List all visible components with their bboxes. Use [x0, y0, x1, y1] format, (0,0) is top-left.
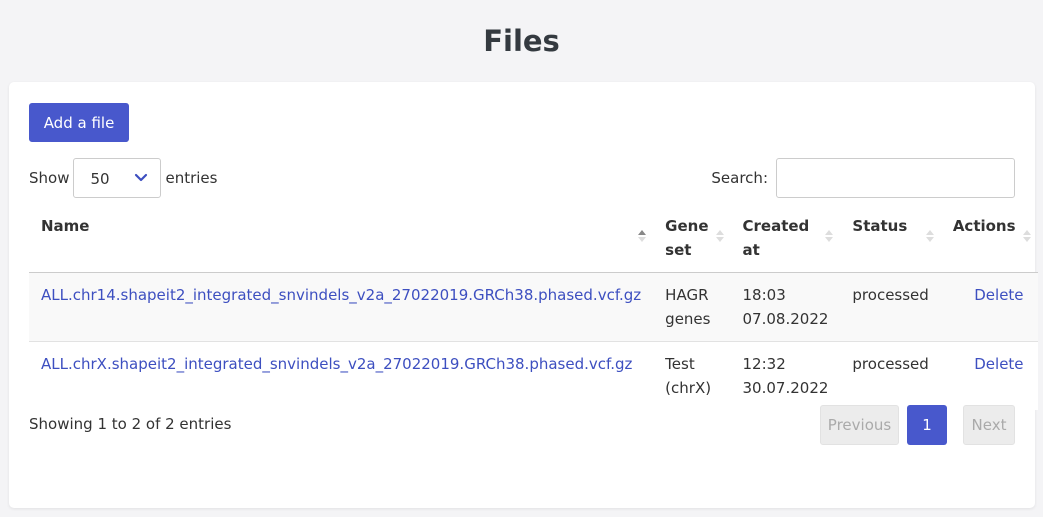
column-header-status[interactable]: Status — [840, 204, 941, 273]
entries-length-control: Show 50 entries — [29, 158, 217, 198]
status-cell: processed — [852, 355, 929, 373]
delete-link[interactable]: Delete — [974, 286, 1023, 304]
search-label: Search: — [711, 169, 768, 187]
column-header-created-at[interactable]: Created at — [730, 204, 841, 273]
files-table: Name Gene set Created at Status Actions … — [29, 204, 1038, 410]
entries-select-value: 50 — [90, 170, 110, 188]
page-title: Files — [483, 24, 560, 58]
created-time: 12:32 — [742, 355, 786, 373]
delete-link[interactable]: Delete — [974, 355, 1023, 373]
pagination-page-1[interactable]: 1 — [907, 405, 947, 445]
status-cell: processed — [852, 286, 929, 304]
sort-arrows-icon — [1022, 230, 1031, 242]
entries-label: entries — [165, 169, 218, 187]
table-header-row: Name Gene set Created at Status Actions — [29, 204, 1038, 273]
file-name-link[interactable]: ALL.chr14.shapeit2_integrated_snvindels_… — [41, 286, 641, 304]
file-name-link[interactable]: ALL.chrX.shapeit2_integrated_snvindels_v… — [41, 355, 632, 373]
column-header-actions[interactable]: Actions — [940, 204, 1038, 273]
pagination: Previous 1 Next — [820, 405, 1015, 445]
created-time: 18:03 — [742, 286, 786, 304]
created-date: 30.07.2022 — [742, 379, 829, 397]
sort-arrows-icon — [825, 230, 834, 242]
sort-arrows-icon — [638, 230, 647, 242]
files-card: Add a file Show 50 entries Search: Name — [9, 82, 1038, 508]
table-row: ALL.chr14.shapeit2_integrated_snvindels_… — [29, 272, 1038, 342]
column-header-gene-set[interactable]: Gene set — [653, 204, 731, 273]
pagination-next-button[interactable]: Next — [963, 405, 1015, 445]
created-date: 07.08.2022 — [742, 310, 829, 328]
sort-arrows-icon — [925, 230, 934, 242]
search-control: Search: — [711, 158, 1015, 198]
column-header-name[interactable]: Name — [29, 204, 654, 273]
sort-arrows-icon — [715, 230, 724, 242]
gene-set-cell: HAGR genes — [665, 286, 711, 328]
search-input[interactable] — [776, 158, 1015, 198]
add-file-button[interactable]: Add a file — [29, 103, 129, 142]
show-label: Show — [29, 169, 70, 187]
chevron-down-icon — [135, 173, 148, 182]
gene-set-cell: Test (chrX) — [665, 355, 712, 397]
entries-select[interactable]: 50 — [73, 158, 162, 198]
pagination-previous-button[interactable]: Previous — [820, 405, 899, 445]
table-info: Showing 1 to 2 of 2 entries — [29, 415, 232, 433]
table-row: ALL.chrX.shapeit2_integrated_snvindels_v… — [29, 341, 1038, 410]
